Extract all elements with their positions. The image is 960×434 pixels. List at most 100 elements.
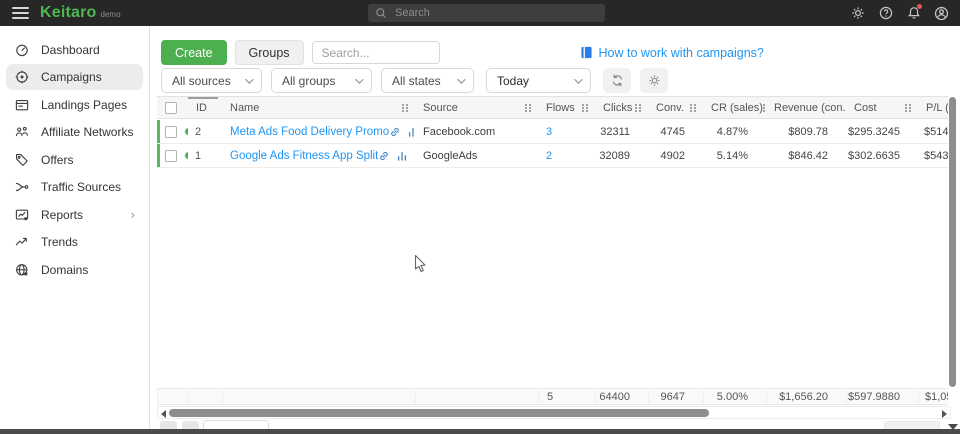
sidebar-item-label: Domains xyxy=(41,263,88,277)
brand-logo: Keitaro xyxy=(40,4,97,22)
settings-gear-icon[interactable] xyxy=(849,5,866,22)
sources-filter-value: All sources xyxy=(172,74,231,88)
cell-conv: 4745 xyxy=(648,120,703,143)
notifications-bell-icon[interactable] xyxy=(905,5,922,22)
landing-page-icon xyxy=(14,97,30,113)
cell-clicks: 32089 xyxy=(595,144,648,167)
sidebar-item-campaigns[interactable]: Campaigns xyxy=(6,64,143,90)
header-cell-cr[interactable]: CR (sales) xyxy=(703,97,766,118)
refresh-icon xyxy=(610,73,625,88)
cell-revenue: $809.78 xyxy=(766,120,846,143)
column-drag-handle-icon[interactable] xyxy=(402,104,408,112)
header-cell-clicks[interactable]: Clicks xyxy=(595,97,648,118)
header-cell-source[interactable]: Source xyxy=(415,97,538,118)
totals-flows: 5 xyxy=(538,389,595,404)
horizontal-scrollbar-thumb[interactable] xyxy=(169,409,709,417)
states-filter-value: All states xyxy=(392,74,441,88)
header-cell-cost[interactable]: Cost xyxy=(846,97,918,118)
groups-filter-select[interactable]: All groups xyxy=(271,68,372,93)
table-body: 2 Meta Ads Food Delivery Promo Facebook.… xyxy=(157,120,948,168)
sidebar-item-offers[interactable]: Offers xyxy=(6,147,143,173)
date-range-select[interactable]: Today xyxy=(486,68,591,93)
header-cell-pl[interactable]: P/L ( xyxy=(918,97,948,118)
cell-cost: $295.3245 xyxy=(846,120,918,143)
select-all-checkbox[interactable] xyxy=(165,102,177,114)
book-icon xyxy=(580,46,593,59)
user-account-icon[interactable] xyxy=(933,5,950,22)
header-cell-id[interactable]: ID xyxy=(188,97,222,118)
help-icon[interactable] xyxy=(877,5,894,22)
sidebar-item-traffic-sources[interactable]: Traffic Sources xyxy=(6,174,143,200)
campaign-name-link[interactable]: Meta Ads Food Delivery Promo xyxy=(230,126,389,138)
column-drag-handle-icon[interactable] xyxy=(525,104,531,112)
table-row[interactable]: 1 Google Ads Fitness App Split GoogleAds… xyxy=(157,144,948,168)
sidebar-item-domains[interactable]: Domains xyxy=(6,257,143,283)
global-search-input[interactable] xyxy=(393,6,598,20)
column-drag-handle-icon[interactable] xyxy=(582,104,588,112)
row-checkbox[interactable] xyxy=(165,126,177,138)
sources-filter-select[interactable]: All sources xyxy=(161,68,262,93)
row-checkbox[interactable] xyxy=(165,150,177,162)
create-button[interactable]: Create xyxy=(161,40,227,65)
header-cell-flows[interactable]: Flows xyxy=(538,97,595,118)
cell-cr: 5.14% xyxy=(703,144,766,167)
vertical-scrollbar-thumb[interactable] xyxy=(949,97,956,387)
header-cell-revenue[interactable]: Revenue (con... xyxy=(766,97,846,118)
flows-link[interactable]: 3 xyxy=(546,126,552,138)
sidebar-item-label: Campaigns xyxy=(41,70,102,84)
sidebar-item-dashboard[interactable]: Dashboard xyxy=(6,37,143,63)
sidebar-item-landings-pages[interactable]: Landings Pages xyxy=(6,92,143,118)
sidebar: Dashboard Campaigns Landings Pages Affil… xyxy=(0,26,150,430)
campaign-link-icon[interactable] xyxy=(389,126,401,138)
sidebar-item-trends[interactable]: Trends xyxy=(6,229,143,255)
horizontal-scrollbar[interactable] xyxy=(157,406,951,419)
header-cell-name[interactable]: Name xyxy=(222,97,415,118)
sidebar-item-affiliate-networks[interactable]: Affiliate Networks xyxy=(6,119,143,145)
campaign-link-icon[interactable] xyxy=(378,150,390,162)
column-drag-handle-icon[interactable] xyxy=(635,104,641,112)
sidebar-item-reports[interactable]: Reports › xyxy=(6,202,143,228)
refresh-button[interactable] xyxy=(603,68,631,93)
notification-badge xyxy=(917,4,922,9)
scroll-left-arrow-icon[interactable] xyxy=(161,410,166,418)
cell-source: Facebook.com xyxy=(415,120,538,143)
row-actions xyxy=(389,126,415,138)
header-cell-checkbox xyxy=(157,97,188,118)
cell-id: 1 xyxy=(188,144,222,167)
states-filter-select[interactable]: All states xyxy=(381,68,474,93)
flows-link[interactable]: 2 xyxy=(546,150,552,162)
cell-flows: 2 xyxy=(538,144,595,167)
chevron-down-icon xyxy=(355,75,363,83)
cell-id: 2 xyxy=(188,120,222,143)
totals-empty xyxy=(188,389,222,404)
column-drag-handle-icon[interactable] xyxy=(690,104,696,112)
search-icon xyxy=(375,7,387,19)
column-drag-handle-icon[interactable] xyxy=(905,104,911,112)
totals-conv: 9647 xyxy=(648,389,703,404)
reports-icon xyxy=(14,207,30,223)
topbar-actions xyxy=(849,0,950,26)
campaign-stats-icon[interactable] xyxy=(396,150,408,162)
table-row[interactable]: 2 Meta Ads Food Delivery Promo Facebook.… xyxy=(157,120,948,144)
groups-button[interactable]: Groups xyxy=(235,40,304,65)
sidebar-item-label: Offers xyxy=(41,153,73,167)
header-cell-conv[interactable]: Conv. xyxy=(648,97,703,118)
campaign-name-link[interactable]: Google Ads Fitness App Split xyxy=(230,150,378,162)
help-campaigns-link[interactable]: How to work with campaigns? xyxy=(580,46,764,60)
hamburger-menu-icon[interactable] xyxy=(12,4,29,22)
table-settings-button[interactable] xyxy=(640,68,668,93)
keitaro-app: Keitaro demo Dashboard xyxy=(0,0,960,434)
table-totals-row: 5 64400 9647 5.00% $1,656.20 $597.9880 $… xyxy=(157,388,948,405)
chevron-right-icon: › xyxy=(131,208,135,221)
totals-revenue: $1,656.20 xyxy=(766,389,846,404)
global-search[interactable] xyxy=(368,4,605,22)
totals-pl: $1,05 xyxy=(918,389,948,404)
cell-name: Meta Ads Food Delivery Promo xyxy=(222,120,415,143)
totals-empty xyxy=(222,389,415,404)
filters-bar: All sources All groups All states Today xyxy=(161,68,668,93)
scroll-right-arrow-icon[interactable] xyxy=(942,410,947,418)
sidebar-item-label: Traffic Sources xyxy=(41,180,121,194)
campaign-search-input[interactable] xyxy=(312,41,440,64)
totals-empty xyxy=(157,389,188,404)
campaign-stats-icon[interactable] xyxy=(407,126,415,138)
